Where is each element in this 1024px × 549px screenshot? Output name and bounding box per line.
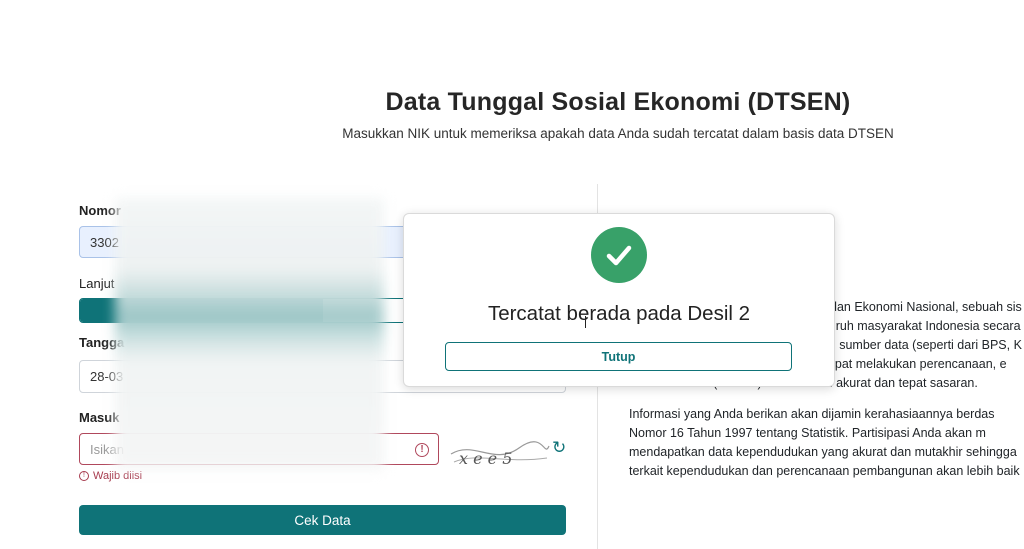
text-cursor-icon [585, 316, 586, 328]
info-line: Nomor 16 Tahun 1997 tentang Statistik. P… [629, 426, 986, 440]
page-subtitle: Masukkan NIK untuk memeriksa apakah data… [342, 126, 894, 141]
close-button[interactable]: Tutup [445, 342, 792, 371]
info-line: mendapatkan data kependudukan yang akura… [629, 445, 1017, 459]
captcha-image: x e e 5 [450, 441, 550, 468]
required-icon: ! [79, 471, 89, 481]
info-paragraph-2: Informasi yang Anda berikan akan dijamin… [629, 405, 1024, 481]
required-text: Wajib diisi [93, 470, 143, 482]
modal-title: Tercatat berada pada Desil 2 [487, 302, 751, 325]
captcha-label: Masuk [79, 410, 120, 425]
page-header: Data Tunggal Sosial Ekonomi (DTSEN) Masu… [0, 88, 1024, 141]
required-message: ! Wajib diisi [79, 470, 142, 482]
captcha-text: x e e 5 [459, 449, 512, 468]
check-circle-icon [591, 227, 647, 283]
error-icon: ! [415, 443, 429, 457]
next-label: Lanjut [79, 276, 115, 291]
refresh-captcha-icon[interactable]: ↻ [552, 438, 566, 458]
submit-button[interactable]: Cek Data [79, 505, 566, 535]
result-modal: Tercatat berada pada Desil 2 Tutup [403, 213, 835, 387]
checkmark-icon [606, 245, 632, 266]
page-title: Data Tunggal Sosial Ekonomi (DTSEN) [385, 88, 851, 116]
info-line: Informasi yang Anda berikan akan dijamin… [629, 407, 995, 421]
privacy-blur-overlay [115, 198, 384, 470]
info-line: terkait kependudukan dan perencanaan pem… [629, 464, 1020, 478]
